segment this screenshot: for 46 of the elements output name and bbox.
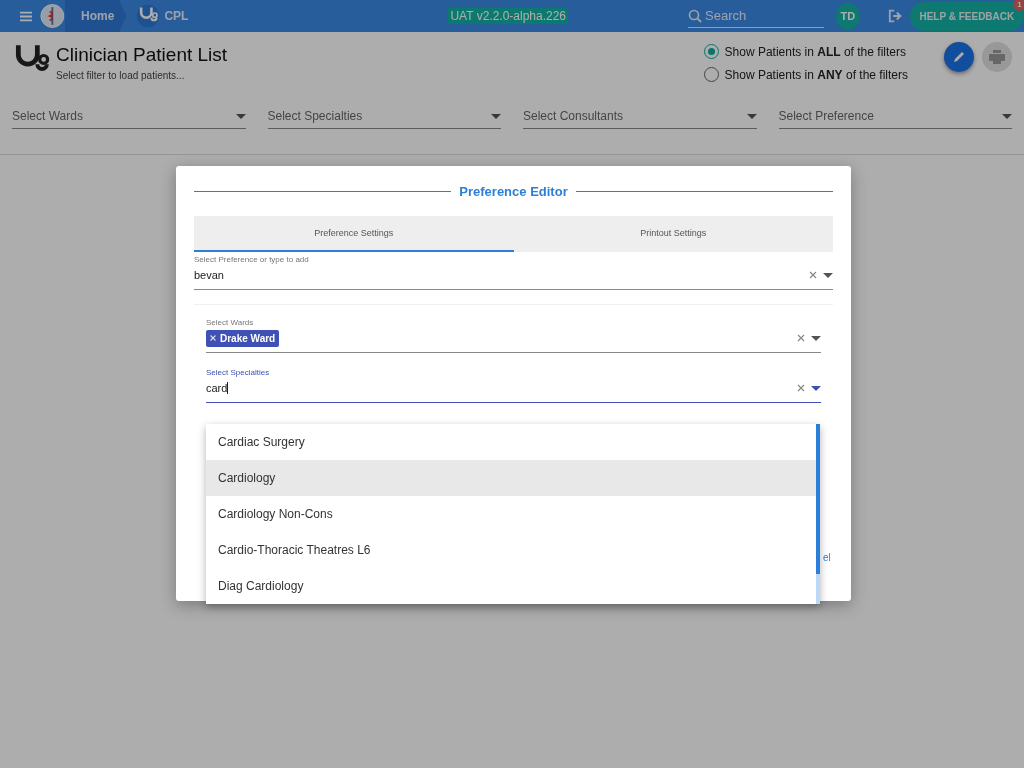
filter-dropdown[interactable]: Select Wards	[12, 104, 246, 129]
clear-icon[interactable]	[809, 271, 817, 279]
scrollbar[interactable]	[816, 424, 820, 604]
logout-icon[interactable]	[887, 8, 904, 24]
caret-icon[interactable]	[235, 113, 246, 119]
field-label: Select Specialties	[206, 368, 271, 377]
version-label: UAT v2.2.0-alpha.226	[448, 8, 569, 24]
filter-dropdown[interactable]: Select Consultants	[523, 104, 757, 129]
cancel-link[interactable]: el	[823, 552, 831, 563]
stethoscope-icon	[136, 4, 161, 28]
radio-label: Show Patients in ALL of the filters	[724, 44, 906, 59]
printer-icon	[989, 50, 1005, 64]
dropdown-option[interactable]: Cardio-Thoracic Theatres L6	[206, 532, 816, 568]
filter-dropdown[interactable]: Select Specialties	[267, 104, 501, 129]
caret-icon[interactable]	[811, 385, 821, 391]
caret-icon[interactable]	[746, 113, 757, 119]
ward-chip[interactable]: Drake Ward	[206, 329, 280, 347]
remove-icon[interactable]	[210, 335, 216, 341]
logo-icon[interactable]	[40, 2, 66, 30]
clear-icon[interactable]	[797, 334, 805, 342]
page-title: Clinician Patient List	[56, 44, 228, 66]
dropdown-option[interactable]: Diag Cardiology	[206, 568, 816, 604]
caret-icon[interactable]	[491, 113, 501, 119]
tab[interactable]: Printout Settings	[513, 216, 833, 252]
edit-button[interactable]	[944, 42, 974, 72]
radio-label: Show Patients in ANY of the filters	[724, 67, 908, 82]
filter-dropdown[interactable]: Select Preference	[778, 104, 1012, 129]
caret-icon[interactable]	[823, 272, 833, 278]
menu-icon[interactable]	[20, 10, 33, 22]
field-label: Select Preference or type to add	[194, 255, 310, 264]
tab[interactable]: Preference Settings	[194, 216, 514, 252]
dropdown-option[interactable]: Cardiology	[206, 460, 816, 496]
caret-icon[interactable]	[1002, 113, 1012, 119]
caret-icon[interactable]	[811, 335, 821, 341]
print-button[interactable]	[982, 42, 1012, 72]
dropdown-option[interactable]: Cardiac Surgery	[206, 424, 816, 460]
page-subtitle: Select filter to load patients...	[56, 70, 186, 81]
dropdown-option[interactable]: Cardiology Non-Cons	[206, 496, 816, 532]
pencil-icon	[952, 50, 966, 64]
preference-input[interactable]: bevan	[194, 269, 803, 281]
field-label: Select Wards	[206, 318, 255, 327]
notification-badge: 1	[1013, 0, 1024, 11]
specialties-input[interactable]: card	[206, 382, 228, 394]
search-icon	[688, 8, 703, 23]
clear-icon[interactable]	[797, 384, 805, 392]
dialog-title: Preference Editor	[459, 183, 568, 199]
